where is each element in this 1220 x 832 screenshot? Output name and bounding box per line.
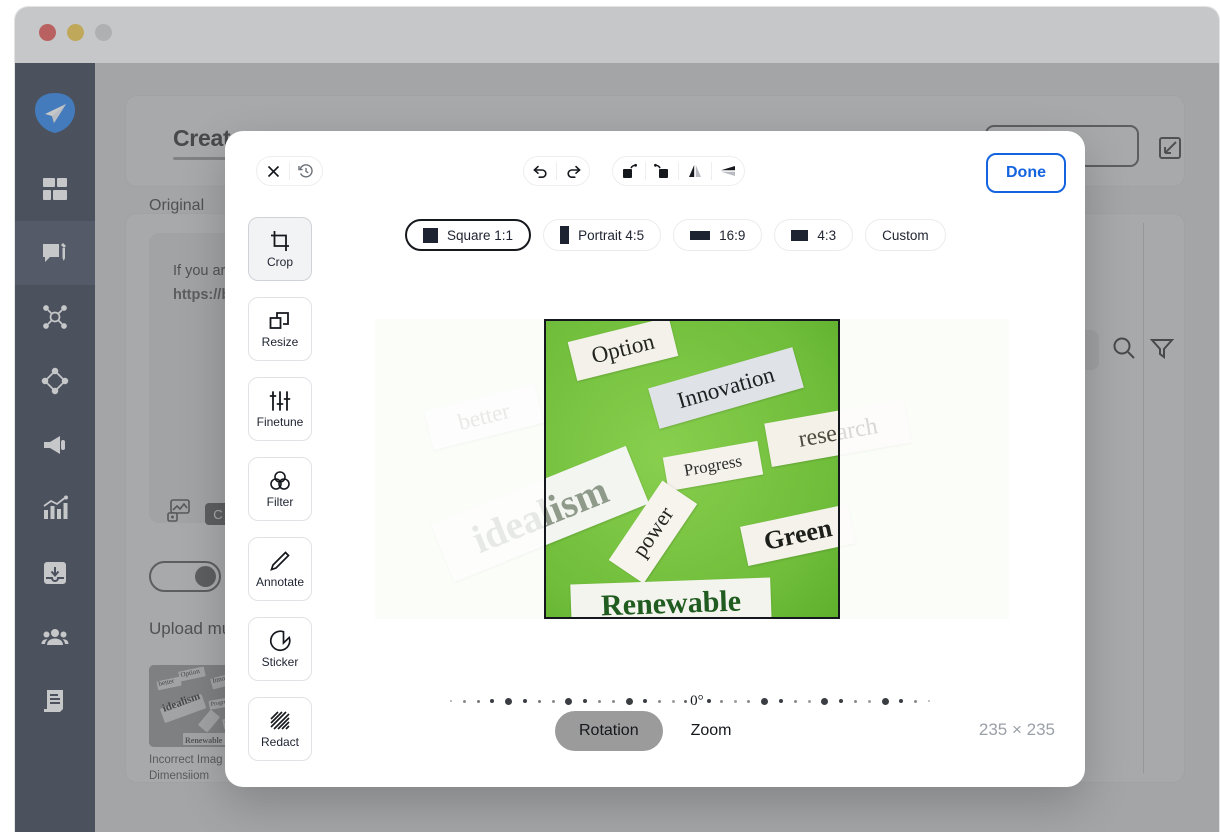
crop-veil-right bbox=[840, 319, 1009, 619]
history-clock-icon[interactable] bbox=[290, 156, 322, 186]
tool-label: Crop bbox=[266, 254, 293, 269]
portrait-swatch-icon bbox=[560, 226, 570, 244]
image-canvas[interactable]: better idealism Option Innovation resear… bbox=[375, 319, 1009, 619]
flip-vertical-icon[interactable] bbox=[712, 156, 744, 186]
undo-arrow-icon[interactable] bbox=[524, 156, 556, 186]
ratio-label: Square 1:1 bbox=[447, 227, 514, 243]
mode-rotation[interactable]: Rotation bbox=[555, 711, 663, 751]
rotate-right-icon[interactable] bbox=[646, 156, 678, 186]
rotation-value: 0° bbox=[690, 692, 704, 709]
ratio-label: Custom bbox=[882, 227, 929, 243]
scrap-renewable: Renewable bbox=[570, 577, 772, 619]
application-window: Create dule Original If you are https://… bbox=[14, 6, 1220, 832]
tool-label: Sticker bbox=[261, 654, 299, 669]
tool-label: Finetune bbox=[256, 414, 304, 429]
ratio-4-3[interactable]: 4:3 bbox=[774, 219, 854, 251]
landscape-swatch-icon bbox=[791, 229, 809, 241]
tool-resize[interactable]: Resize bbox=[248, 297, 312, 361]
wide-swatch-icon bbox=[690, 230, 711, 240]
rotate-left-icon[interactable] bbox=[613, 156, 645, 186]
tool-finetune[interactable]: Finetune bbox=[248, 377, 312, 441]
ratio-portrait-4-5[interactable]: Portrait 4:5 bbox=[543, 219, 662, 251]
mode-zoom[interactable]: Zoom bbox=[667, 711, 756, 751]
editor-topbar: Done bbox=[225, 131, 1085, 211]
mode-segmented-control: Rotation Zoom bbox=[555, 711, 756, 751]
editor-tool-rail: Crop Resize Finetune Filter Annotate Sti… bbox=[248, 217, 312, 761]
ratio-label: Portrait 4:5 bbox=[578, 227, 645, 243]
done-button[interactable]: Done bbox=[986, 153, 1066, 193]
transform-group bbox=[612, 156, 745, 186]
ratio-label: 16:9 bbox=[719, 227, 746, 243]
source-image: better idealism Option Innovation resear… bbox=[375, 319, 1009, 619]
ratio-label: 4:3 bbox=[817, 227, 837, 243]
tool-label: Resize bbox=[261, 334, 299, 349]
aspect-ratio-chips: Square 1:1 Portrait 4:5 16:9 4:3 Custom bbox=[405, 219, 946, 251]
tool-label: Filter bbox=[266, 494, 294, 509]
close-history-group bbox=[256, 156, 323, 186]
editor-bottombar: Rotation Zoom 235 × 235 bbox=[225, 711, 1085, 751]
image-dimensions: 235 × 235 bbox=[978, 720, 1055, 739]
tool-filter[interactable]: Filter bbox=[248, 457, 312, 521]
tool-sticker[interactable]: Sticker bbox=[248, 617, 312, 681]
flip-horizontal-icon[interactable] bbox=[679, 156, 711, 186]
close-x-icon[interactable] bbox=[257, 156, 289, 186]
undo-redo-group bbox=[523, 156, 590, 186]
redo-arrow-icon[interactable] bbox=[557, 156, 589, 186]
ratio-square-1-1[interactable]: Square 1:1 bbox=[405, 219, 532, 251]
tool-annotate[interactable]: Annotate bbox=[248, 537, 312, 601]
ratio-custom[interactable]: Custom bbox=[865, 219, 946, 251]
tool-label: Annotate bbox=[255, 574, 305, 589]
square-swatch-icon bbox=[423, 227, 438, 243]
screenshot-root: Create dule Original If you are https://… bbox=[0, 0, 1220, 832]
ratio-16-9[interactable]: 16:9 bbox=[673, 219, 763, 251]
crop-veil-left bbox=[375, 319, 544, 619]
tool-crop[interactable]: Crop bbox=[248, 217, 312, 281]
image-editor-modal: Done Crop Resize Finetune Filter Annotat… bbox=[225, 131, 1085, 787]
